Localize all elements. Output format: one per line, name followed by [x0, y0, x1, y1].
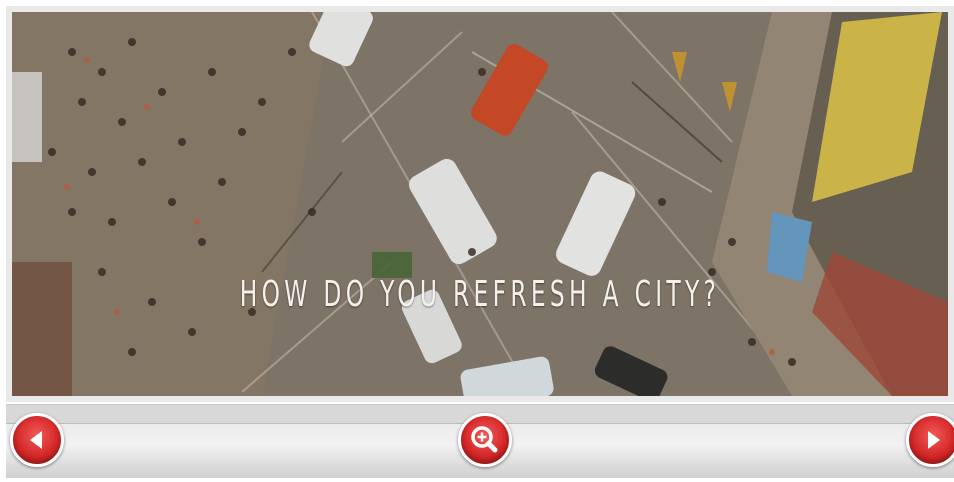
- previous-slide-button[interactable]: [10, 413, 64, 467]
- arrow-left-icon: [30, 431, 42, 449]
- next-slide-button[interactable]: [906, 413, 954, 467]
- zoom-button[interactable]: [458, 413, 512, 467]
- aerial-city-photo-icon: [12, 12, 948, 396]
- slide-image[interactable]: HOW DO YOU REFRESH A CITY?: [12, 12, 948, 396]
- slide-caption: HOW DO YOU REFRESH A CITY?: [239, 274, 721, 315]
- slide-frame: HOW DO YOU REFRESH A CITY?: [6, 6, 954, 402]
- slideshow-toolbar: [6, 404, 954, 478]
- zoom-in-icon: [471, 426, 498, 453]
- slideshow-viewer: HOW DO YOU REFRESH A CITY?: [0, 0, 954, 482]
- arrow-right-icon: [928, 431, 940, 449]
